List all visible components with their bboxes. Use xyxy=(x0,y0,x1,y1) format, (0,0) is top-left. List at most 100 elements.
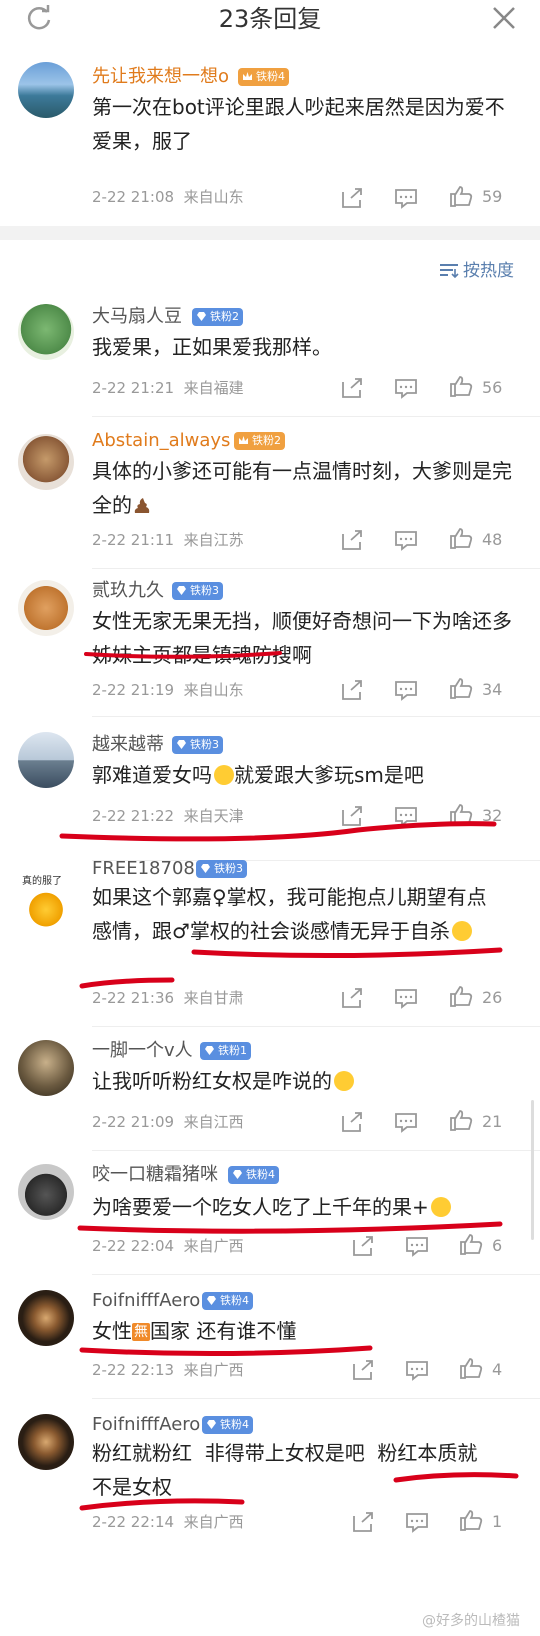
like-count: 6 xyxy=(492,1236,503,1255)
surprised-emoji-icon xyxy=(430,1197,451,1217)
watermark: @好多的山楂猫 xyxy=(422,1613,520,1629)
comment-text: 郭难道爱女吗 就爱跟大爹玩sm是吧 xyxy=(92,763,424,787)
fan-badge: 铁粉3 xyxy=(172,582,223,600)
avatar[interactable] xyxy=(18,304,74,360)
like-icon[interactable] xyxy=(448,374,474,398)
comment-meta: 2-22 21:08 来自山东 xyxy=(92,188,244,206)
comment-icon[interactable] xyxy=(393,678,419,702)
like-icon[interactable] xyxy=(458,1508,484,1532)
comment-meta: 2-22 22:14 来自广西 xyxy=(92,1513,244,1531)
like-icon[interactable] xyxy=(448,526,474,550)
diamond-icon xyxy=(205,1046,214,1055)
like-icon[interactable] xyxy=(448,184,474,208)
fan-badge: 铁粉4 xyxy=(238,68,289,86)
like-count: 48 xyxy=(482,530,503,549)
avatar[interactable] xyxy=(18,1040,74,1096)
like-count: 1 xyxy=(492,1512,503,1531)
username[interactable]: FoifnifffAero xyxy=(92,1290,200,1312)
sort-button[interactable]: 按热度 xyxy=(439,256,514,281)
share-icon[interactable] xyxy=(339,678,365,702)
comment-icon[interactable] xyxy=(393,186,419,210)
comment-icon[interactable] xyxy=(404,1510,430,1534)
fan-badge: 铁粉3 xyxy=(196,860,247,878)
comment-meta: 2-22 21:21 来自福建 xyxy=(92,379,244,397)
comment-icon[interactable] xyxy=(393,1110,419,1134)
avatar[interactable] xyxy=(18,1164,74,1220)
diamond-icon xyxy=(207,1420,216,1429)
share-icon[interactable] xyxy=(350,1358,376,1382)
avatar-caption: 真的服了 xyxy=(22,876,62,887)
comment-meta: 2-22 21:11 来自江苏 xyxy=(92,531,244,549)
share-icon[interactable] xyxy=(339,1110,365,1134)
comment-meta: 2-22 21:36 来自甘肃 xyxy=(92,989,244,1007)
avatar[interactable] xyxy=(18,62,74,118)
share-icon[interactable] xyxy=(339,186,365,210)
comment-icon[interactable] xyxy=(393,804,419,828)
diamond-icon xyxy=(177,586,186,595)
comment-text: 女性無国家 还有谁不懂 xyxy=(92,1319,297,1343)
like-icon[interactable] xyxy=(458,1356,484,1380)
username[interactable]: 大马扇人豆 xyxy=(92,306,182,328)
avatar[interactable] xyxy=(18,732,74,788)
share-icon[interactable] xyxy=(350,1510,376,1534)
fan-badge: 铁粉2 xyxy=(234,432,285,450)
diamond-icon xyxy=(197,312,206,321)
fan-badge: 铁粉4 xyxy=(202,1292,253,1310)
comment-icon[interactable] xyxy=(393,986,419,1010)
diamond-icon xyxy=(201,864,210,873)
fan-badge: 铁粉2 xyxy=(192,308,243,326)
section-divider xyxy=(0,226,540,240)
username[interactable]: 咬一口糖霜猪咪 xyxy=(92,1164,218,1186)
avatar[interactable] xyxy=(18,434,74,490)
like-count: 32 xyxy=(482,806,503,825)
username[interactable]: 先让我来想一想o xyxy=(92,66,229,88)
fan-badge: 铁粉1 xyxy=(200,1042,251,1060)
sweating-emoji-icon xyxy=(451,921,472,941)
like-icon[interactable] xyxy=(448,984,474,1008)
share-icon[interactable] xyxy=(339,376,365,400)
avatar[interactable] xyxy=(18,1290,74,1346)
share-icon[interactable] xyxy=(339,804,365,828)
comment-text: 女性无家无果无挡，顺便好奇想问一下为啥还多姊妹主页都是镇魂防搜啊 xyxy=(92,609,512,667)
username[interactable]: FREE18708 xyxy=(92,858,195,880)
like-icon[interactable] xyxy=(458,1232,484,1256)
like-icon[interactable] xyxy=(448,676,474,700)
avatar[interactable] xyxy=(18,580,74,636)
share-icon[interactable] xyxy=(350,1234,376,1258)
like-icon[interactable] xyxy=(448,1108,474,1132)
comment-icon[interactable] xyxy=(404,1234,430,1258)
share-icon[interactable] xyxy=(339,528,365,552)
divider xyxy=(92,416,540,417)
comment-meta: 2-22 22:04 来自广西 xyxy=(92,1237,244,1255)
divider xyxy=(92,1274,540,1275)
username[interactable]: 一脚一个v人 xyxy=(92,1040,193,1062)
comment-meta: 2-22 21:19 来自山东 xyxy=(92,681,244,699)
like-count: 4 xyxy=(492,1360,503,1379)
like-count: 59 xyxy=(482,187,503,206)
comment-text: 粉红就粉红 非得带上女权是吧 粉红本质就不是女权 xyxy=(92,1441,478,1499)
like-count: 56 xyxy=(482,378,503,397)
scrollbar[interactable] xyxy=(531,1100,534,1240)
comment-meta: 2-22 22:13 来自广西 xyxy=(92,1361,244,1379)
share-icon[interactable] xyxy=(339,986,365,1010)
username[interactable]: Abstain_always xyxy=(92,430,230,452)
comment-text: 如果这个郭嘉♀掌权，我可能抱点儿期望有点感情，跟♂掌权的社会谈感情无异于自杀 xyxy=(92,885,487,943)
username[interactable]: 贰玖九久 xyxy=(92,580,164,602)
username[interactable]: FoifnifffAero xyxy=(92,1414,200,1436)
close-icon[interactable] xyxy=(490,4,518,32)
page-title: 23条回复 xyxy=(218,5,322,33)
like-count: 21 xyxy=(482,1112,503,1131)
comment-icon[interactable] xyxy=(404,1358,430,1382)
comment-icon[interactable] xyxy=(393,528,419,552)
diamond-icon xyxy=(233,1170,242,1179)
like-count: 26 xyxy=(482,988,503,1007)
divider xyxy=(92,568,540,569)
like-count: 34 xyxy=(482,680,503,699)
comment-text: 为啥要爱一个吃女人吃了上千年的果+ xyxy=(92,1190,512,1224)
comment-text: 具体的小爹还可能有一点温情时刻，大爹则是完全的 xyxy=(92,459,512,517)
like-icon[interactable] xyxy=(448,802,474,826)
avatar[interactable] xyxy=(18,1414,74,1470)
sort-icon xyxy=(440,264,459,278)
comment-icon[interactable] xyxy=(393,376,419,400)
username[interactable]: 越来越蒂 xyxy=(92,734,164,756)
